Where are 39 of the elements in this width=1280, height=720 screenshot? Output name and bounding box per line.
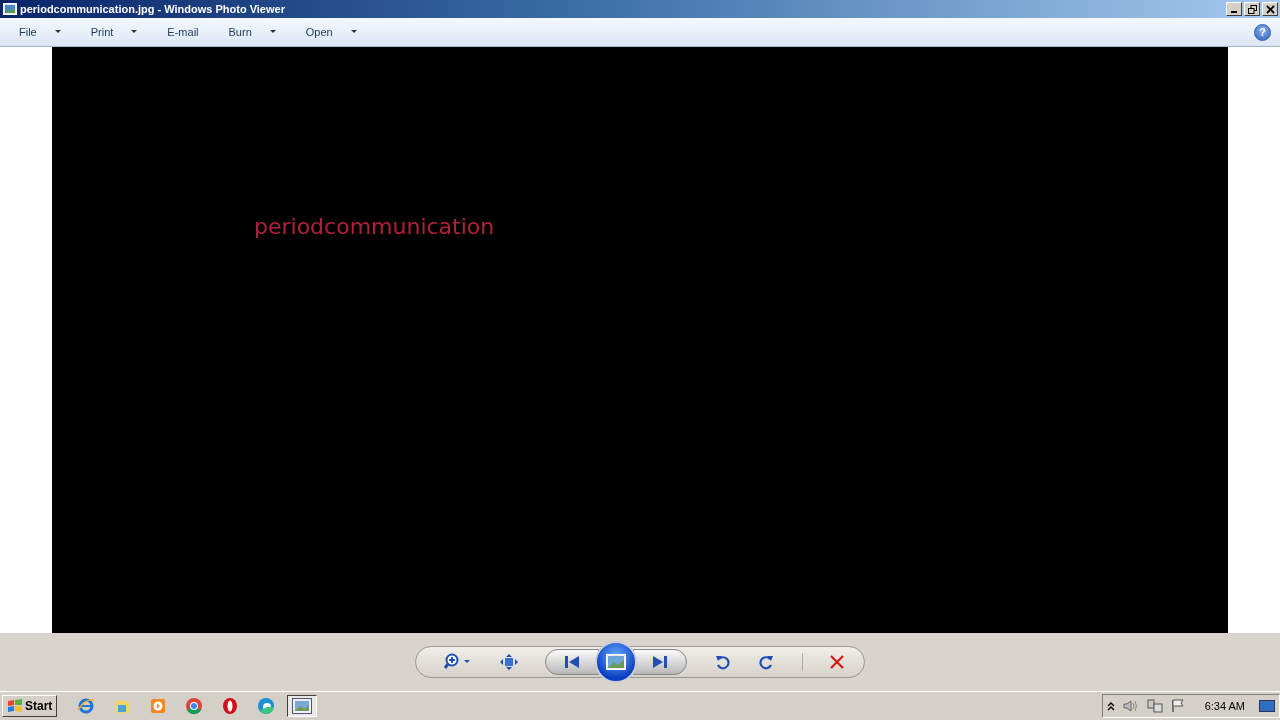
clock: 6:34 AM xyxy=(1204,700,1245,712)
rotate-left-icon[interactable] xyxy=(714,654,731,670)
image-text: periodcommunication xyxy=(254,214,495,239)
slideshow-button[interactable] xyxy=(595,641,637,683)
close-button[interactable] xyxy=(1262,2,1278,16)
chevron-up-icon[interactable] xyxy=(1106,701,1115,711)
menu-item[interactable]: Burn xyxy=(219,21,285,43)
fit-to-window-icon[interactable] xyxy=(499,654,518,670)
menu-item[interactable]: File xyxy=(10,21,70,43)
swirl-icon xyxy=(257,697,276,715)
window-title: periodcommunication.jpg - Windows Photo Viewer xyxy=(20,3,285,15)
browser-icon xyxy=(185,697,204,715)
network-icon[interactable] xyxy=(1146,699,1163,713)
show-desktop-icon[interactable] xyxy=(1259,699,1275,713)
globe-icon xyxy=(77,697,96,715)
menu-item[interactable]: Print xyxy=(81,21,147,43)
previous-button[interactable] xyxy=(545,649,599,675)
next-button[interactable] xyxy=(633,649,687,675)
previous-icon xyxy=(565,656,579,668)
zoom-icon[interactable] xyxy=(444,653,472,671)
delete-icon[interactable] xyxy=(830,655,844,669)
ring-icon xyxy=(221,697,240,715)
restore-button[interactable] xyxy=(1244,2,1260,16)
menu-item[interactable]: E-mail xyxy=(158,21,208,43)
speaker-icon[interactable] xyxy=(1122,699,1139,713)
play-icon xyxy=(149,697,168,715)
image-icon xyxy=(606,654,626,670)
minimize-button[interactable] xyxy=(1226,2,1242,16)
photo-viewer-icon xyxy=(3,3,17,15)
menu-item[interactable]: Open xyxy=(296,21,366,43)
taskbar-button[interactable] xyxy=(287,695,318,717)
next-icon xyxy=(653,656,667,668)
restore-icon xyxy=(1247,4,1257,14)
close-icon xyxy=(1265,4,1275,14)
start-button[interactable]: Start xyxy=(2,695,58,717)
windows-flag-icon xyxy=(7,699,23,713)
flag-icon[interactable] xyxy=(1170,699,1185,713)
rotate-right-icon[interactable] xyxy=(758,654,774,670)
image-icon xyxy=(292,698,313,714)
